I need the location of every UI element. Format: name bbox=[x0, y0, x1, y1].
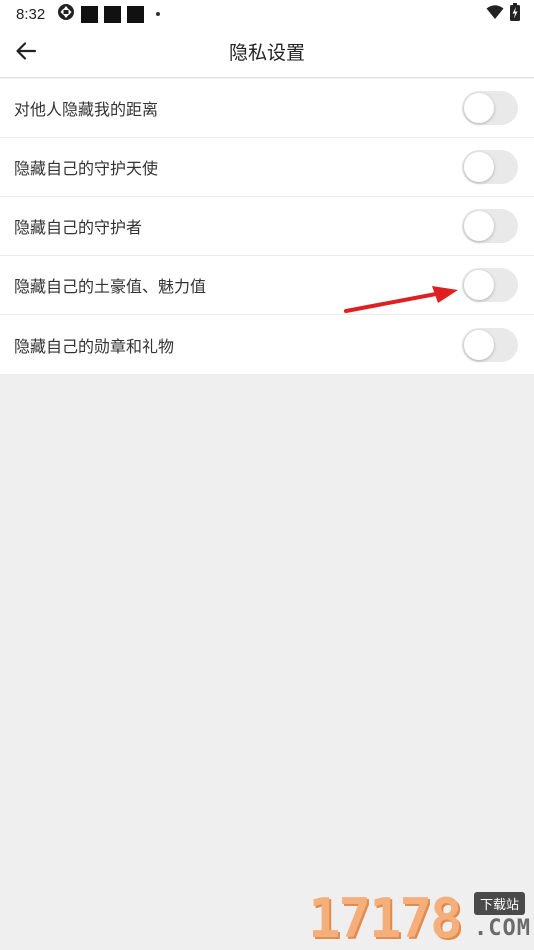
status-bar: 8:32 bbox=[0, 0, 534, 28]
hide-guardian-angel-toggle[interactable] bbox=[462, 150, 518, 184]
setting-label: 隐藏自己的土豪值、魅力值 bbox=[14, 277, 207, 296]
hide-medals-gifts-toggle[interactable] bbox=[462, 327, 518, 362]
toggle-knob bbox=[464, 211, 494, 241]
setting-row-hide-distance: 对他人隐藏我的距离 bbox=[0, 79, 534, 138]
watermark-logo: 17178 下载站 .COM bbox=[308, 886, 534, 950]
toggle-knob bbox=[464, 93, 494, 123]
setting-row-hide-medals-gifts: 隐藏自己的勋章和礼物 bbox=[0, 315, 534, 374]
hide-guardians-toggle[interactable] bbox=[462, 209, 518, 243]
setting-label: 隐藏自己的守护者 bbox=[14, 218, 143, 237]
notification-square-icon bbox=[81, 5, 99, 23]
page-title: 隐私设置 bbox=[228, 42, 305, 64]
setting-label: 对他人隐藏我的距离 bbox=[14, 100, 159, 119]
status-system-icons bbox=[486, 3, 520, 25]
annotation-arrow-icon bbox=[344, 286, 458, 313]
title-bar: 隐私设置 bbox=[0, 28, 534, 78]
watermark-number: 17178 bbox=[308, 887, 463, 950]
hide-wealth-charm-toggle[interactable] bbox=[462, 268, 518, 302]
notification-square-icon bbox=[127, 5, 145, 23]
settings-list: 对他人隐藏我的距离 隐藏自己的守护天使 隐藏自己的守护者 隐藏自己的土豪值、魅力… bbox=[0, 79, 534, 374]
setting-label: 隐藏自己的守护天使 bbox=[14, 159, 159, 178]
notification-square-icon bbox=[104, 5, 122, 23]
hide-distance-toggle[interactable] bbox=[462, 91, 518, 125]
status-notifications bbox=[57, 3, 161, 25]
setting-row-hide-guardians: 隐藏自己的守护者 bbox=[0, 197, 534, 256]
watermark-tag: 下载站 bbox=[474, 892, 526, 915]
setting-label: 隐藏自己的勋章和礼物 bbox=[14, 336, 175, 356]
toggle-knob bbox=[464, 329, 494, 360]
watermark-suffix: .COM bbox=[474, 916, 531, 941]
setting-row-hide-guardian-angel: 隐藏自己的守护天使 bbox=[0, 138, 534, 197]
toggle-knob bbox=[464, 152, 494, 182]
status-time: 8:32 bbox=[16, 5, 46, 23]
battery-charging-icon bbox=[510, 3, 520, 25]
wifi-icon bbox=[486, 4, 504, 24]
aperture-icon bbox=[57, 3, 75, 25]
dot-icon bbox=[156, 12, 161, 16]
